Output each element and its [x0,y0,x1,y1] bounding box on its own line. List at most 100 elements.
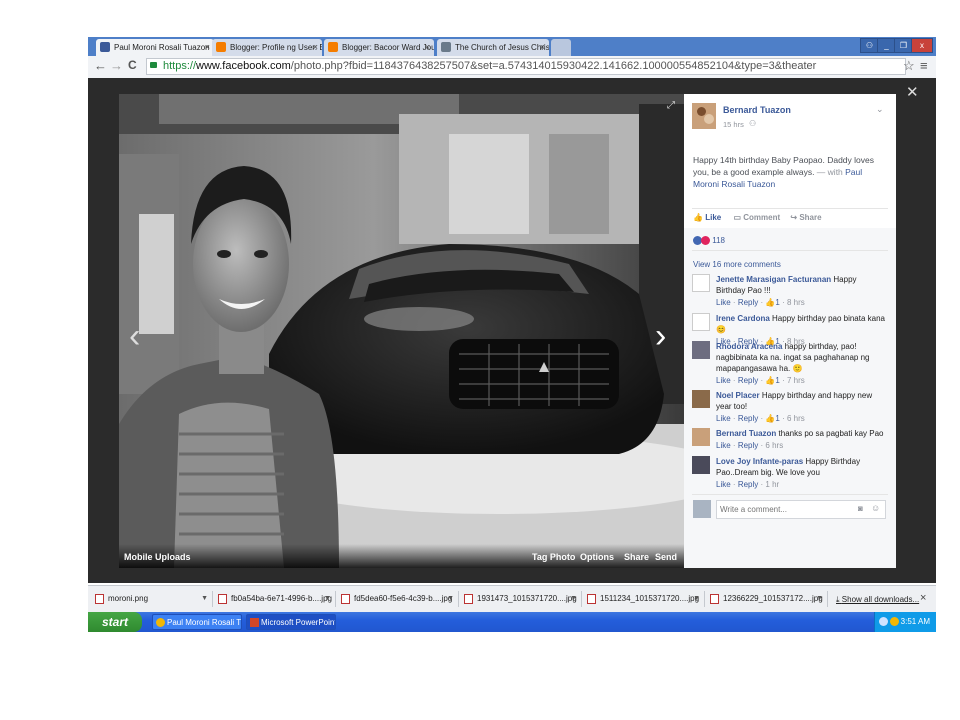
comment-reply-button[interactable]: Reply [738,414,758,423]
next-photo-icon[interactable]: › [655,319,666,353]
clock[interactable]: 3:51 AM [901,617,930,626]
new-tab-button[interactable] [551,39,571,56]
close-theater-icon[interactable]: ✕ [906,83,919,101]
commenter-avatar[interactable] [692,428,710,446]
tab-close-icon[interactable]: × [205,39,210,56]
separator: · [782,298,785,307]
reaction-summary[interactable]: 118 [693,236,725,246]
post-author-name[interactable]: Bernard Tuazon [723,105,791,115]
comment-time[interactable]: 6 hrs [765,441,783,450]
comment-time[interactable]: 6 hrs [787,414,805,423]
view-more-comments-link[interactable]: View 16 more comments [693,260,781,269]
bookmark-star-icon[interactable]: ☆ [903,58,915,74]
camera-icon[interactable]: ◙ [858,504,863,513]
comment-time[interactable]: 7 hrs [787,376,805,385]
comment-reply-button[interactable]: Reply [738,441,758,450]
comment-like-button[interactable]: Like [716,298,731,307]
fullscreen-icon[interactable]: ⤢ [667,100,675,111]
url-bar[interactable]: https://www.facebook.com/photo.php?fbid=… [146,58,906,75]
audience-friends-icon[interactable]: ⚇ [749,119,756,128]
comment-time[interactable]: 8 hrs [787,298,805,307]
current-user-avatar[interactable] [693,500,711,518]
tab-blogger-profile[interactable]: Blogger: Profile ng User: Ba × [212,39,322,56]
tab-facebook-photo[interactable]: Paul Moroni Rosali Tuazon × [96,39,214,56]
file-icon [464,594,473,604]
commenter-avatar[interactable] [692,341,710,359]
chrome-menu-icon[interactable]: ≡ [920,58,928,73]
commenter-avatar[interactable] [692,274,710,292]
downloads-bar: moroni.png ▼ fb0a54ba-6e71-4996-b....jpg ▼… [88,585,936,612]
tab-close-icon[interactable]: × [313,39,318,56]
commenter-name[interactable]: Bernard Tuazon [716,429,776,438]
comment-like-button[interactable]: Like [716,480,731,489]
emoji-icon[interactable]: ☺ [871,503,880,513]
chevron-down-icon[interactable]: ▼ [570,591,577,607]
chevron-down-icon[interactable]: ▼ [201,591,208,607]
tray-network-icon[interactable] [879,617,888,626]
url-domain: www.facebook.com [196,60,291,72]
commenter-name[interactable]: Rhodora Aracena [716,342,782,351]
browser-tab-bar: Paul Moroni Rosali Tuazon × Blogger: Pro… [88,37,936,56]
start-button[interactable]: start [88,612,142,632]
share-arrow-icon: ↪ [790,213,798,222]
chevron-down-icon[interactable]: ▼ [324,591,331,607]
comment-like-button[interactable]: Like [716,414,731,423]
close-window-button[interactable]: x [911,38,933,53]
show-all-downloads-link[interactable]: ⤓ Show all downloads... [836,595,919,605]
download-item[interactable]: moroni.png ▼ [93,591,213,607]
comment-meta: Like · Reply · 👍1 · 6 hrs [716,413,888,424]
commenter-avatar[interactable] [692,390,710,408]
reload-button[interactable]: C [128,58,137,72]
commenter-name[interactable]: Noel Placer [716,391,760,400]
facebook-favicon-icon [100,42,110,52]
comment-like-button[interactable]: Like [716,441,731,450]
tray-chrome-icon[interactable] [890,617,899,626]
chevron-down-icon[interactable]: ▼ [816,591,823,607]
tab-church[interactable]: The Church of Jesus Christ o × [437,39,549,56]
commenter-avatar[interactable] [692,313,710,331]
photo-viewer[interactable]: ‹ › ⤢ [119,94,684,568]
download-item[interactable]: 12366229_101537172....jpg ▼ [708,591,828,607]
reaction-count[interactable]: 118 [712,236,725,245]
comment-reply-button[interactable]: Reply [738,376,758,385]
chevron-down-icon[interactable]: ▼ [693,591,700,607]
commenter-name[interactable]: Jenette Marasigan Facturanan [716,275,831,284]
share-button[interactable]: ↪ Share [790,213,821,222]
comment-like-button[interactable]: Like [716,376,731,385]
tab-close-icon[interactable]: × [425,39,430,56]
download-filename: 1511234_1015371720....jpg [600,594,700,603]
comment-button[interactable]: ▭ Comment [733,213,780,222]
download-item[interactable]: 1511234_1015371720....jpg ▼ [585,591,705,607]
comment-reply-button[interactable]: Reply [738,480,758,489]
send-photo-button[interactable]: Send [655,552,677,562]
comment-like-count[interactable]: 👍1 [765,298,779,307]
post-timestamp[interactable]: 15 hrs [723,120,744,129]
taskbar-item-powerpoint[interactable]: Microsoft PowerPoint ... [246,614,336,630]
comment-like-count[interactable]: 👍1 [765,376,779,385]
download-item[interactable]: fb0a54ba-6e71-4996-b....jpg ▼ [216,591,336,607]
post-options-chevron-down-icon[interactable]: ⌄ [876,104,884,115]
commenter-name[interactable]: Irene Cardona [716,314,770,323]
comment-like-count[interactable]: 👍1 [765,414,779,423]
tag-photo-button[interactable]: Tag Photo [532,552,575,562]
thumbs-up-icon: 👍 [765,376,776,385]
commenter-name[interactable]: Love Joy Infante-paras [716,457,803,466]
options-button[interactable]: Options [580,552,614,562]
share-photo-button[interactable]: Share [624,552,649,562]
back-button[interactable]: ← [94,58,107,73]
tab-close-icon[interactable]: × [540,39,545,56]
like-button[interactable]: 👍 Like [693,213,721,222]
previous-photo-icon[interactable]: ‹ [129,319,140,353]
tab-blogger-journal[interactable]: Blogger: Bacoor Ward Journ × [324,39,434,56]
author-avatar[interactable] [692,103,716,129]
taskbar-item-chrome[interactable]: Paul Moroni Rosali Tu... [152,614,242,630]
chevron-down-icon[interactable]: ▼ [447,591,454,607]
close-downloads-icon[interactable]: × [920,592,926,604]
download-item[interactable]: 1931473_1015371720....jpg ▼ [462,591,582,607]
commenter-avatar[interactable] [692,456,710,474]
album-link[interactable]: Mobile Uploads [124,552,191,562]
forward-button[interactable]: → [110,58,123,73]
comment-reply-button[interactable]: Reply [738,298,758,307]
comment-time[interactable]: 1 hr [765,480,779,489]
download-item[interactable]: fd5dea60-f5e6-4c39-b....jpg ▼ [339,591,459,607]
